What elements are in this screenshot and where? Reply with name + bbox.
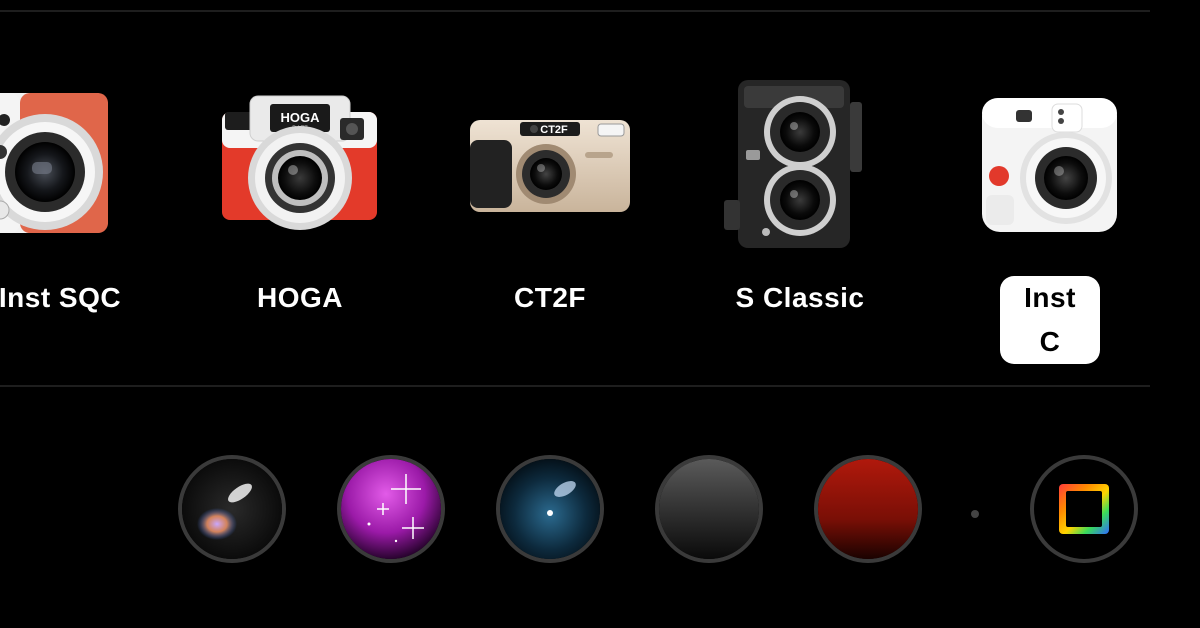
instax-mini-camera-icon <box>982 98 1117 232</box>
rainbow-frame-icon <box>1059 484 1109 534</box>
section-divider <box>0 385 1150 387</box>
gray-lens-icon <box>659 459 759 559</box>
rainbow-frame-filter[interactable] <box>1030 455 1138 563</box>
camera-label: Inst SQC <box>0 282 122 313</box>
sparkle-lens-filter[interactable] <box>337 455 445 563</box>
camera-label: S Classic <box>735 282 865 313</box>
gray-lens-filter[interactable] <box>655 455 763 563</box>
ct2f-camera-icon: CT2F <box>470 120 630 212</box>
blue-star-lens-filter[interactable] <box>496 455 604 563</box>
camera-selector: Inst SQC HOGA DAZZ HOGA <box>0 60 1200 364</box>
camera-label: Inst C <box>1000 276 1100 364</box>
red-lens-filter[interactable] <box>814 455 922 563</box>
camera-label: HOGA <box>257 282 343 313</box>
tlr-camera-icon <box>724 80 862 248</box>
camera-item-inst-sqc[interactable]: Inst SQC <box>0 60 160 340</box>
iridescent-glare-icon <box>182 459 282 559</box>
purple-sparkle-icon <box>341 459 441 559</box>
camera-item-s-classic[interactable]: S Classic <box>700 60 900 340</box>
camera-label: CT2F <box>514 282 586 313</box>
camera-item-hoga[interactable]: HOGA DAZZ HOGA <box>200 60 400 340</box>
instax-sqc-camera-icon <box>0 93 108 233</box>
top-divider <box>0 10 1150 12</box>
camera-item-inst-c[interactable]: Inst C <box>950 60 1150 364</box>
filter-selector <box>0 455 1200 571</box>
light-leak-lens-filter[interactable] <box>178 455 286 563</box>
blue-lens-icon <box>500 459 600 559</box>
red-lens-icon <box>818 459 918 559</box>
separator-dot <box>971 510 979 518</box>
camera-item-ct2f[interactable]: CT2F CT2F <box>450 60 650 340</box>
svg-text:CT2F: CT2F <box>540 124 568 136</box>
hoga-camera-icon: HOGA DAZZ <box>222 95 377 230</box>
svg-text:HOGA: HOGA <box>281 110 321 125</box>
